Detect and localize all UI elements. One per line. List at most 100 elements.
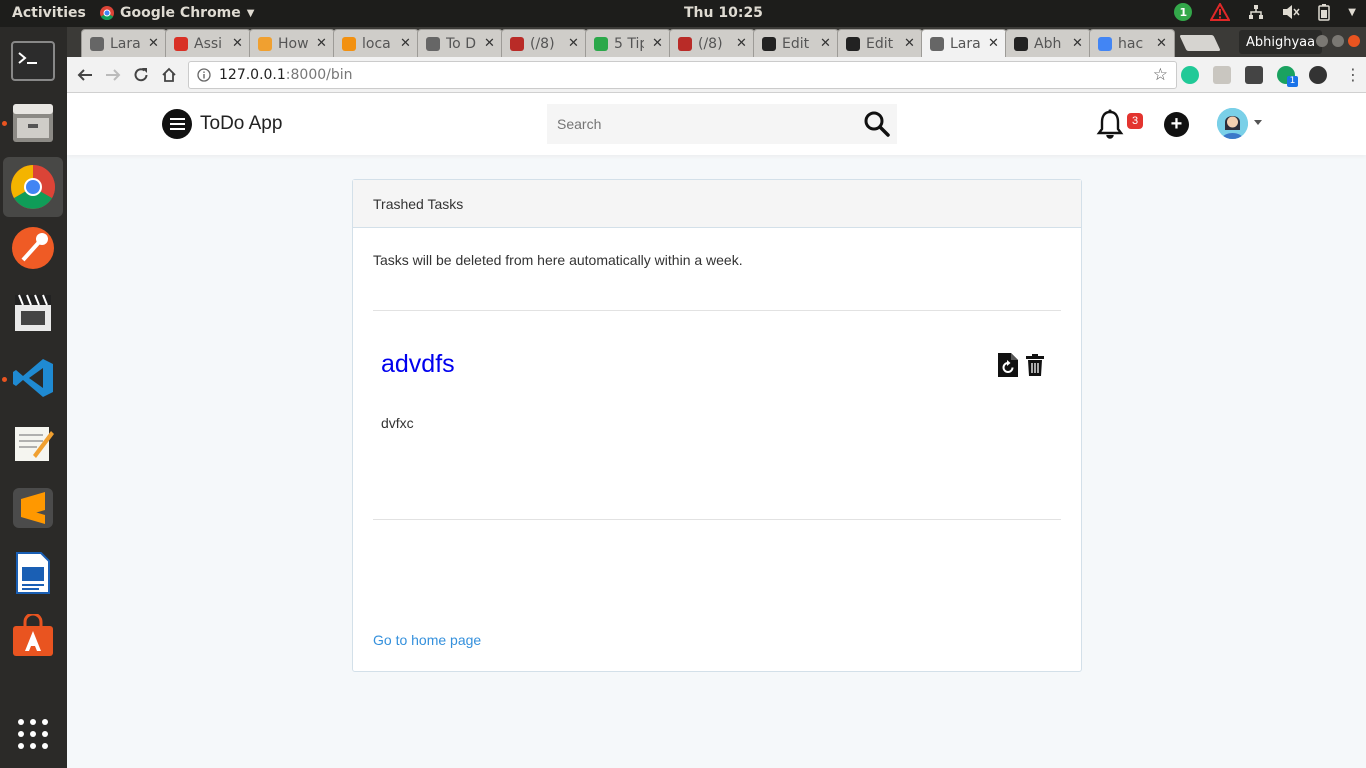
battery-icon[interactable] bbox=[1318, 3, 1331, 21]
info-icon[interactable] bbox=[197, 68, 211, 82]
browser-tab-strip: Lara ✕ Assi ✕ How ✕ loca ✕ To D ✕ (/8) ✕ 5 Tip ✕ (/8) ✕… bbox=[67, 27, 1366, 57]
browser-toolbar: 127.0.0.1:8000/bin ☆ 1 ⋮ bbox=[67, 57, 1366, 93]
writer-icon[interactable] bbox=[9, 549, 57, 597]
browser-tab[interactable]: To D ✕ bbox=[417, 29, 503, 57]
home-button[interactable] bbox=[157, 63, 181, 87]
browser-tab[interactable]: Edit ✕ bbox=[837, 29, 923, 57]
volume-muted-icon[interactable] bbox=[1282, 4, 1300, 20]
web-page: ToDo App 3 + Trashed Tasks Tasks will be… bbox=[67, 93, 1366, 768]
browser-tab[interactable]: Abh ✕ bbox=[1005, 29, 1091, 57]
reload-icon bbox=[134, 68, 148, 82]
files-icon[interactable] bbox=[9, 98, 57, 146]
bell-icon[interactable] bbox=[1096, 109, 1124, 139]
app-menu[interactable]: Google Chrome ▼ bbox=[100, 5, 254, 21]
browser-tab[interactable]: loca ✕ bbox=[333, 29, 419, 57]
postman-icon[interactable] bbox=[9, 224, 57, 272]
close-tab-icon[interactable]: ✕ bbox=[652, 36, 663, 51]
back-button[interactable] bbox=[73, 63, 97, 87]
brand[interactable]: ToDo App bbox=[162, 109, 282, 139]
close-tab-icon[interactable]: ✕ bbox=[1156, 36, 1167, 51]
network-icon[interactable] bbox=[1248, 4, 1264, 20]
video-editor-icon[interactable] bbox=[9, 289, 57, 337]
mercury-extension-icon[interactable] bbox=[1181, 66, 1199, 84]
user-menu-caret-icon[interactable] bbox=[1254, 120, 1262, 125]
close-tab-icon[interactable]: ✕ bbox=[736, 36, 747, 51]
clock[interactable]: Thu 10:25 bbox=[684, 5, 763, 21]
bookmark-star-icon[interactable]: ☆ bbox=[1153, 65, 1168, 85]
chevron-down-icon: ▼ bbox=[246, 7, 255, 19]
brand-title: ToDo App bbox=[200, 113, 283, 134]
laravel-icon bbox=[90, 36, 104, 51]
close-tab-icon[interactable]: ✕ bbox=[316, 36, 327, 51]
browser-tab[interactable]: Assi ✕ bbox=[165, 29, 251, 57]
hamburger-menu-icon[interactable] bbox=[162, 109, 192, 139]
lightbulb-extension-icon[interactable] bbox=[1245, 66, 1263, 84]
tab-label: Assi bbox=[194, 35, 223, 52]
user-avatar[interactable] bbox=[1217, 108, 1248, 139]
window-controls bbox=[1316, 35, 1360, 47]
browser-tab[interactable]: (/8) ✕ bbox=[669, 29, 755, 57]
tab-label: Lara bbox=[110, 35, 140, 52]
search-icon[interactable] bbox=[863, 110, 891, 138]
new-tab-button[interactable] bbox=[1179, 35, 1221, 51]
browser-tab[interactable]: 5 Tip ✕ bbox=[585, 29, 671, 57]
home-page-link[interactable]: Go to home page bbox=[373, 632, 481, 648]
quora-icon bbox=[678, 36, 692, 51]
app-navbar: ToDo App 3 + bbox=[67, 93, 1366, 155]
close-tab-icon[interactable]: ✕ bbox=[232, 36, 243, 51]
trashed-tasks-card: Trashed Tasks Tasks will be deleted from… bbox=[352, 179, 1082, 672]
vscode-icon[interactable] bbox=[9, 354, 57, 402]
close-tab-icon[interactable]: ✕ bbox=[568, 36, 579, 51]
update-notifier-icon[interactable]: 1 bbox=[1174, 3, 1193, 21]
system-tray: 1 ▼ bbox=[1174, 3, 1356, 21]
app-menu-label: Google Chrome bbox=[120, 5, 241, 21]
browser-tab[interactable]: How ✕ bbox=[249, 29, 335, 57]
reload-button[interactable] bbox=[129, 63, 153, 87]
delete-forever-icon[interactable] bbox=[1026, 354, 1044, 376]
running-indicator bbox=[2, 121, 7, 126]
browser-tab[interactable]: Edit ✕ bbox=[753, 29, 839, 57]
close-tab-icon[interactable]: ✕ bbox=[904, 36, 915, 51]
close-tab-icon[interactable]: ✕ bbox=[484, 36, 495, 51]
text-editor-icon[interactable] bbox=[9, 419, 57, 467]
task-title[interactable]: advdfs bbox=[381, 350, 455, 379]
browser-tab[interactable]: Lara ✕ bbox=[81, 29, 167, 57]
browser-tab[interactable]: hac ✕ bbox=[1089, 29, 1175, 57]
warning-icon[interactable] bbox=[1210, 3, 1231, 21]
browser-tab[interactable]: (/8) ✕ bbox=[501, 29, 587, 57]
system-menu-chevron-icon[interactable]: ▼ bbox=[1348, 7, 1356, 18]
terminal-icon[interactable] bbox=[9, 37, 57, 85]
mail-extension-icon[interactable] bbox=[1213, 66, 1231, 84]
search-input[interactable] bbox=[547, 104, 847, 144]
phpmyadmin-icon bbox=[342, 36, 356, 51]
restore-icon[interactable] bbox=[996, 352, 1020, 378]
page-icon bbox=[426, 36, 440, 51]
close-tab-icon[interactable]: ✕ bbox=[988, 36, 999, 51]
profile-button[interactable]: Abhighyaa bbox=[1239, 30, 1323, 54]
close-tab-icon[interactable]: ✕ bbox=[400, 36, 411, 51]
kebab-menu-icon[interactable]: ⋮ bbox=[1345, 65, 1361, 84]
chat-extension-icon[interactable] bbox=[1309, 66, 1327, 84]
browser-tab[interactable]: Lara ✕ bbox=[921, 29, 1007, 57]
forward-button[interactable] bbox=[101, 63, 125, 87]
chrome-icon[interactable] bbox=[3, 157, 63, 217]
add-task-button[interactable]: + bbox=[1164, 112, 1189, 137]
close-tab-icon[interactable]: ✕ bbox=[820, 36, 831, 51]
close-tab-icon[interactable]: ✕ bbox=[1072, 36, 1083, 51]
arrow-left-icon bbox=[77, 69, 92, 81]
code-icon bbox=[258, 36, 272, 51]
minimize-button[interactable] bbox=[1316, 35, 1328, 47]
address-bar[interactable]: 127.0.0.1:8000/bin ☆ bbox=[188, 61, 1177, 89]
activities-button[interactable]: Activities bbox=[12, 5, 86, 21]
sublime-icon[interactable] bbox=[9, 484, 57, 532]
chrome-small-icon bbox=[100, 6, 114, 20]
tab-label: Abh bbox=[1034, 35, 1062, 52]
trash-info-text: Tasks will be deleted from here automati… bbox=[373, 252, 743, 268]
maximize-button[interactable] bbox=[1332, 35, 1344, 47]
app-grid-icon[interactable] bbox=[9, 710, 57, 758]
close-tab-icon[interactable]: ✕ bbox=[148, 36, 159, 51]
close-window-button[interactable] bbox=[1348, 35, 1360, 47]
divider bbox=[373, 519, 1061, 520]
arrow-right-icon bbox=[106, 69, 121, 81]
software-center-icon[interactable] bbox=[9, 612, 57, 660]
